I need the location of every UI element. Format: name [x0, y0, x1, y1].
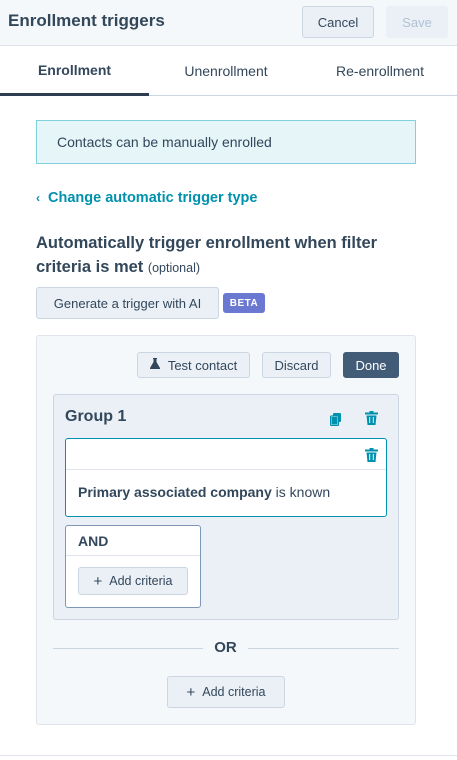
change-trigger-type-label: Change automatic trigger type	[48, 190, 258, 206]
delete-filter-icon[interactable]	[363, 447, 379, 463]
filter-description: Primary associated company is known	[78, 484, 330, 500]
section-heading-text: Automatically trigger enrollment when fi…	[36, 234, 378, 276]
footer-divider	[0, 755, 457, 756]
generate-trigger-ai-button[interactable]: Generate a trigger with AI	[36, 287, 219, 319]
chevron-left-icon: ‹	[36, 191, 40, 205]
add-criteria-or-label: Add criteria	[202, 685, 266, 699]
test-contact-button[interactable]: Test contact	[137, 352, 250, 378]
plus-icon: +	[93, 572, 103, 590]
group-title: Group 1	[65, 408, 127, 425]
delete-group-icon[interactable]	[363, 410, 379, 426]
trigger-tabs: Enrollment Unenrollment Re-enrollment	[0, 46, 457, 96]
or-divider-right	[248, 648, 399, 649]
panel-title: Enrollment triggers	[8, 11, 165, 30]
flask-icon	[149, 358, 160, 372]
tab-re-enrollment[interactable]: Re-enrollment	[303, 46, 457, 96]
discard-button[interactable]: Discard	[262, 352, 331, 378]
filter-card[interactable]	[65, 438, 387, 517]
manual-enroll-alert: Contacts can be manually enrolled	[36, 120, 416, 164]
plus-icon: +	[186, 683, 196, 701]
filter-card-divider	[66, 469, 386, 470]
save-button[interactable]: Save	[386, 6, 448, 38]
test-contact-label: Test contact	[167, 357, 238, 373]
or-divider-left	[53, 648, 203, 649]
filter-condition: is known	[275, 484, 331, 500]
alert-text: Contacts can be manually enrolled	[57, 134, 272, 150]
change-trigger-type-link[interactable]: ‹ Change automatic trigger type	[36, 190, 257, 206]
add-criteria-or-button[interactable]: + Add criteria	[167, 676, 285, 708]
and-label: AND	[78, 533, 109, 549]
add-criteria-and-button[interactable]: + Add criteria	[78, 567, 188, 595]
or-label: OR	[214, 639, 237, 656]
copy-icon[interactable]	[328, 411, 344, 427]
cancel-button[interactable]: Cancel	[302, 6, 374, 38]
filter-property: Primary associated company	[78, 484, 272, 500]
panel-header: Enrollment triggers Cancel Save	[0, 0, 457, 46]
tab-unenrollment[interactable]: Unenrollment	[149, 46, 303, 96]
section-heading: Automatically trigger enrollment when fi…	[36, 231, 416, 280]
beta-badge: BETA	[223, 293, 265, 313]
and-divider	[66, 555, 200, 556]
optional-label: (optional)	[147, 261, 201, 275]
add-criteria-and-label: Add criteria	[109, 574, 173, 588]
done-button[interactable]: Done	[343, 352, 399, 378]
tab-enrollment[interactable]: Enrollment	[0, 46, 149, 96]
